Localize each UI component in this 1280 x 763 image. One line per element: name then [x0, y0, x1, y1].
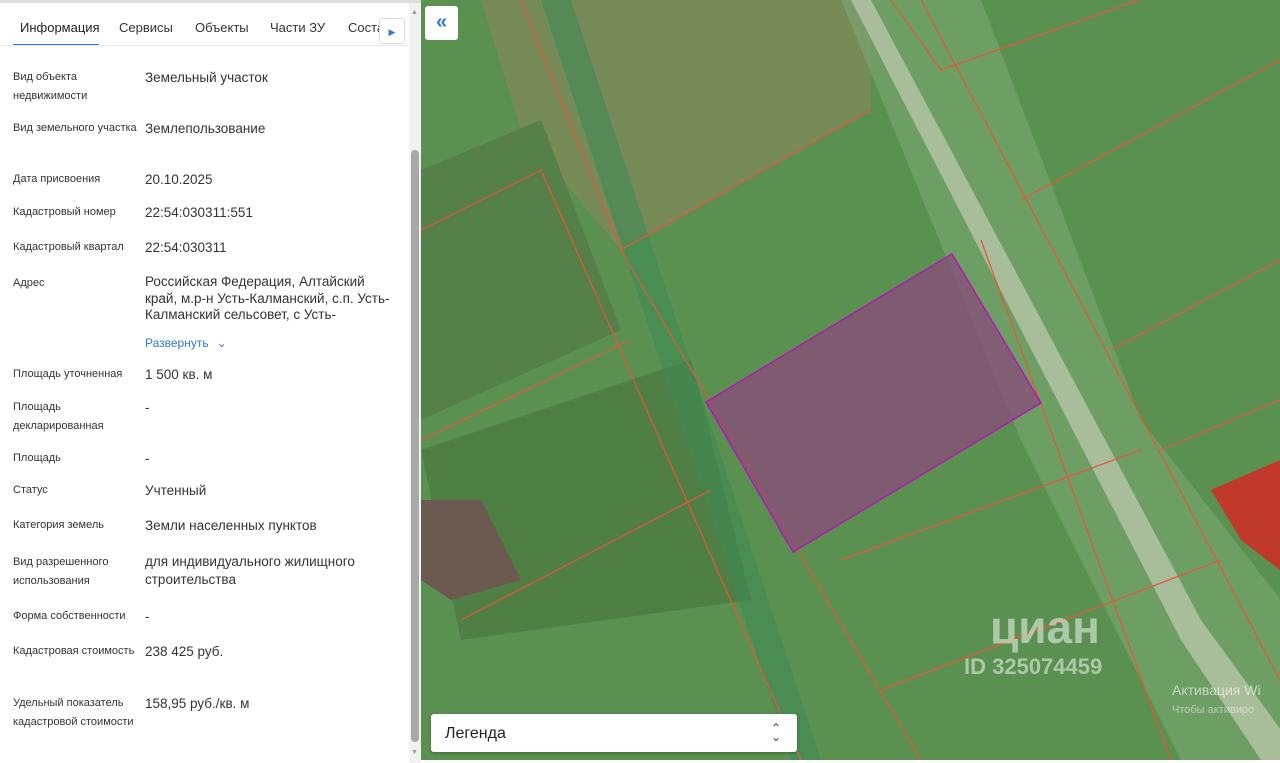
map-view[interactable]: циан ID 325074459: [421, 0, 1280, 760]
field-label: Категория земель: [13, 519, 104, 531]
scroll-up-icon[interactable]: ▲: [411, 9, 418, 16]
field-label: Площадь: [13, 452, 61, 464]
expand-address-link[interactable]: Развернуть ⌄: [145, 334, 227, 352]
field-value: Российская Федерация, Алтайский край, м.…: [145, 274, 390, 322]
field-label: Кадастровый номер: [13, 206, 116, 218]
field-label: Вид объекта недвижимости: [13, 71, 88, 102]
collapse-panel-button[interactable]: «: [425, 6, 458, 40]
os-activation-title: Активация Wi: [1172, 682, 1261, 698]
field-value: 158,95 руб./кв. м: [145, 696, 250, 711]
field-value: Земельный участок: [145, 70, 268, 85]
field-value: -: [145, 400, 150, 415]
field-value: Земли населенных пунктов: [145, 518, 317, 533]
watermark-brand: циан: [990, 601, 1100, 653]
field-label: Кадастровый квартал: [13, 241, 124, 253]
field-value: 238 425 руб.: [145, 644, 224, 659]
field-label: Площадь уточненная: [13, 368, 123, 380]
tab-info[interactable]: Информация: [20, 20, 100, 35]
field-value: Землепользование: [145, 121, 266, 136]
info-panel: Информация Сервисы Объекты Части ЗУ Сост…: [0, 0, 421, 763]
field-value: для индивидуального жилищного строительс…: [145, 554, 355, 587]
tab-scroll-right-button[interactable]: ▶: [379, 18, 405, 44]
scrollbar-thumb[interactable]: [411, 150, 419, 742]
cian-watermark: циан ID 325074459: [930, 600, 1230, 680]
os-activation-sub: Чтобы активиро: [1172, 704, 1255, 716]
watermark-id: ID 325074459: [964, 654, 1103, 679]
field-label: Дата присвоения: [13, 173, 101, 185]
tab-services[interactable]: Сервисы: [119, 20, 173, 35]
field-label: Вид земельного участка: [13, 122, 137, 134]
field-value: 22:54:030311:551: [145, 205, 253, 220]
field-value: -: [145, 609, 150, 624]
scrollbar[interactable]: ▲ ▼: [409, 3, 421, 763]
field-label: Площадь декларированная: [13, 401, 104, 432]
scroll-down-icon[interactable]: ▼: [411, 749, 418, 756]
field-value: 20.10.2025: [145, 172, 213, 187]
field-value: Учтенный: [145, 483, 207, 498]
tab-parts[interactable]: Части ЗУ: [270, 20, 325, 35]
double-chevron-left-icon: «: [435, 11, 448, 33]
chevron-down-icon: ⌄: [216, 336, 227, 350]
field-label: Статус: [13, 484, 48, 496]
chevron-up-down-icon: ⌃ ⌄: [770, 721, 781, 744]
tab-objects[interactable]: Объекты: [195, 20, 249, 35]
field-value: 22:54:030311: [145, 240, 227, 255]
field-label: Удельный показатель кадастровой стоимост…: [13, 697, 134, 728]
field-value: -: [145, 451, 150, 466]
legend-label: Легенда: [445, 725, 506, 742]
field-label: Кадастровая стоимость: [13, 645, 135, 657]
field-value: 1 500 кв. м: [145, 367, 213, 382]
expand-link-label: Развернуть: [145, 336, 209, 350]
active-tab-indicator: [13, 44, 99, 45]
caret-right-icon: ▶: [388, 27, 396, 37]
field-label: Форма собственности: [13, 610, 126, 622]
tab-bar: Информация Сервисы Объекты Части ЗУ Сост…: [0, 6, 408, 46]
legend-dropdown[interactable]: Легенда ⌃ ⌄: [431, 714, 797, 752]
field-label: Адрес: [13, 277, 45, 289]
field-label: Вид разрешенного использования: [13, 556, 109, 587]
